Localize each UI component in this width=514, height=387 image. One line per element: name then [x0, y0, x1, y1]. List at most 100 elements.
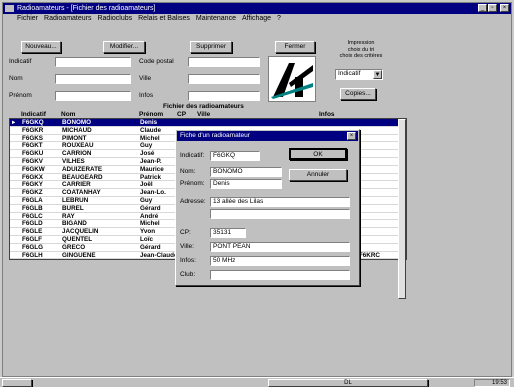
table-cell: F6GKU — [22, 150, 44, 158]
cancel-button[interactable]: Annuler — [289, 169, 347, 181]
table-cell: RAY — [62, 212, 75, 220]
taskbar: DL 19:53 — [0, 377, 514, 387]
filter-infos-input[interactable] — [188, 91, 260, 101]
table-cell: Jean-Claude — [140, 251, 176, 259]
table-cell: Gérard — [140, 204, 161, 212]
main-window: Radioamateurs - [Fichier des radioamateu… — [2, 2, 512, 377]
close-form-button[interactable]: Fermer — [275, 41, 315, 53]
record-dialog: Fiche d'un radioamateur × Indicatif: F6G… — [175, 129, 360, 286]
table-cell: F6GKQ — [22, 119, 44, 126]
filter-indicatif-input[interactable] — [55, 57, 131, 67]
new-button[interactable]: Nouveau... — [21, 41, 61, 53]
dlg-infos-input[interactable]: 50 MHz — [210, 256, 350, 266]
menu-help[interactable]: ? — [277, 15, 281, 22]
dlg-adresse-input[interactable]: 13 allée des Lilas — [210, 197, 350, 207]
filter-prenom-input[interactable] — [55, 91, 131, 101]
logo — [268, 56, 316, 102]
table-cell: MICHAUD — [62, 126, 92, 134]
table-cell: COATANHAY — [62, 189, 101, 197]
table-cell: F6GKZ — [22, 189, 43, 197]
dlg-club-label: Club: — [180, 271, 196, 278]
start-button[interactable] — [2, 379, 32, 387]
table-cell: VILHES — [62, 157, 85, 165]
dlg-adresse-label: Adresse: — [180, 198, 206, 205]
filter-ville-label: Ville — [139, 75, 152, 82]
filter-infos-label: Infos — [139, 92, 154, 99]
table-cell: BUREL — [62, 204, 84, 212]
taskbar-item[interactable]: DL — [268, 379, 428, 387]
dlg-cp-label: CP: — [180, 229, 191, 236]
table-cell: F6GLB — [22, 204, 43, 212]
table-cell: F6GLH — [22, 251, 43, 259]
col-prenom[interactable]: Prénom — [139, 111, 163, 118]
table-cell: F6GLF — [22, 235, 42, 243]
dlg-cp-input[interactable]: 35131 — [210, 228, 246, 238]
table-cell: PIMONT — [62, 134, 87, 142]
table-cell: F6GLG — [22, 243, 43, 251]
sort-select-value: Indicatif — [338, 70, 361, 77]
table-row[interactable]: F6GKQ BONOMO Denis ▸ — [10, 119, 406, 127]
col-nom[interactable]: Nom — [61, 111, 75, 118]
menu-radioclubs[interactable]: Radioclubs — [97, 15, 132, 22]
menu-bar: Fichier Radioamateurs Radioclubs Relais et … — [3, 14, 511, 24]
menu-relais[interactable]: Relais et Balises — [138, 15, 190, 22]
table-cell: BIGAND — [62, 220, 87, 228]
col-infos[interactable]: Infos — [319, 111, 335, 118]
sort-select[interactable]: Indicatif ▼ — [335, 69, 383, 80]
table-cell: BEAUGEARD — [62, 173, 103, 181]
menu-affichage[interactable]: Affichage — [242, 15, 271, 22]
table-cell: Patrick — [140, 173, 162, 181]
col-cp[interactable]: CP — [177, 111, 186, 118]
minimize-button[interactable]: _ — [478, 4, 487, 12]
table-cell: Guy — [140, 142, 153, 150]
dialog-close-icon[interactable]: × — [347, 132, 356, 140]
dlg-ville-input[interactable]: PONT PEAN — [210, 242, 350, 252]
table-cell: André — [140, 212, 159, 220]
table-cell: Jean-Lo. — [140, 189, 166, 197]
table-cell: Maurice — [140, 165, 164, 173]
dlg-prenom-input[interactable]: Denis — [210, 179, 282, 189]
table-cell: Loïc — [140, 235, 153, 243]
table-cell: F6GKV — [22, 157, 43, 165]
table-cell: F6GLD — [22, 220, 43, 228]
table-cell: Jean-P. — [140, 157, 162, 165]
dlg-club-input[interactable] — [210, 270, 350, 280]
copies-button[interactable]: Copies... — [340, 88, 376, 100]
table-cell: GRECO — [62, 243, 86, 251]
col-indicatif[interactable]: Indicatif — [21, 111, 46, 118]
logo-graphic — [271, 63, 313, 99]
table-cell: Michel — [140, 134, 160, 142]
ok-button[interactable]: OK — [289, 148, 347, 160]
table-cell: Gérard — [140, 243, 161, 251]
table-cell: José — [140, 150, 155, 158]
table-cell: F6GLA — [22, 196, 43, 204]
title-bar: Radioamateurs - [Fichier des radioamateu… — [3, 3, 511, 14]
filter-prenom-label: Prénom — [9, 92, 32, 99]
grid-scrollbar[interactable] — [398, 119, 406, 299]
table-cell: Michel — [140, 220, 160, 228]
chevron-down-icon[interactable]: ▼ — [373, 70, 382, 79]
filter-cp-input[interactable] — [188, 57, 260, 67]
delete-button[interactable]: Supprimer — [190, 41, 232, 53]
modify-button[interactable]: Modifier... — [103, 41, 145, 53]
table-cell: Claude — [140, 126, 161, 134]
row-selector-icon: ▸ — [12, 119, 16, 126]
app-icon — [5, 5, 14, 12]
close-button[interactable]: × — [500, 4, 509, 12]
col-ville[interactable]: Ville — [197, 111, 210, 118]
menu-radioamateurs[interactable]: Radioamateurs — [44, 15, 91, 22]
dlg-ville-label: Ville: — [180, 243, 194, 250]
dlg-adresse2-input[interactable] — [210, 209, 350, 219]
table-cell: Guy — [140, 196, 153, 204]
menu-fichier[interactable]: Fichier — [17, 15, 38, 22]
dlg-indicatif-input[interactable]: F6GKQ — [210, 151, 260, 161]
filter-nom-input[interactable] — [55, 74, 131, 84]
filter-ville-input[interactable] — [188, 74, 260, 84]
maximize-button[interactable]: ▫ — [488, 4, 497, 12]
dlg-nom-input[interactable]: BONOMO — [210, 167, 282, 177]
menu-maintenance[interactable]: Maintenance — [196, 15, 236, 22]
table-cell: GINGUENE — [62, 251, 96, 259]
table-cell: ROUXEAU — [62, 142, 94, 150]
table-cell: F6GKX — [22, 173, 43, 181]
table-cell: ADUIZERATE — [62, 165, 103, 173]
